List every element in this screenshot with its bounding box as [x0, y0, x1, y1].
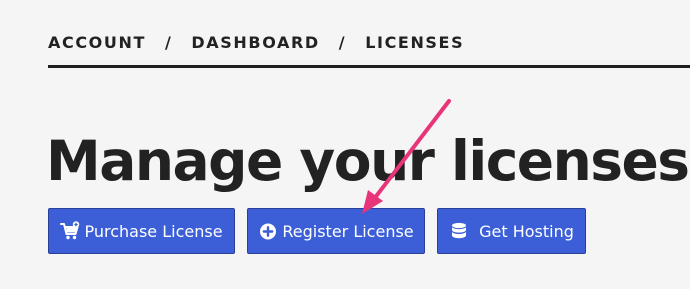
cart-plus-icon [60, 221, 80, 241]
purchase-license-label: Purchase License [84, 221, 223, 241]
register-license-label: Register License [282, 221, 414, 241]
register-license-button[interactable]: Register License [247, 208, 425, 254]
breadcrumb-separator: / [164, 33, 173, 52]
page: ACCOUNT / DASHBOARD / LICENSES Manage yo… [0, 0, 690, 289]
get-hosting-button[interactable]: Get Hosting [437, 208, 586, 254]
breadcrumb-item-account[interactable]: ACCOUNT [48, 33, 146, 52]
breadcrumb-separator: / [338, 33, 347, 52]
purchase-license-button[interactable]: Purchase License [48, 208, 235, 254]
page-title: Manage your licenses. [46, 129, 690, 193]
breadcrumb: ACCOUNT / DASHBOARD / LICENSES [48, 33, 464, 52]
header-divider [48, 65, 690, 68]
get-hosting-label: Get Hosting [479, 221, 574, 241]
breadcrumb-item-dashboard[interactable]: DASHBOARD [191, 33, 319, 52]
plus-circle-icon [258, 221, 278, 241]
breadcrumb-item-licenses: LICENSES [365, 33, 465, 52]
database-icon [449, 221, 469, 241]
